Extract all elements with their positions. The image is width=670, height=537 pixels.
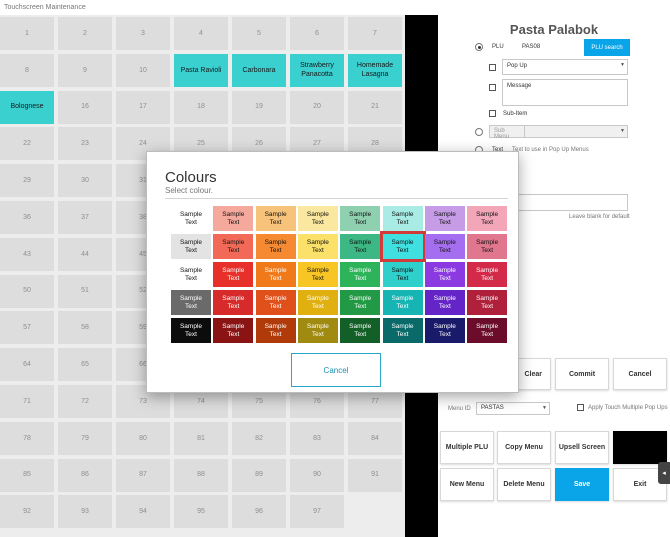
colour-swatch[interactable]: Sample Text: [171, 234, 211, 259]
chevron-down-icon: ▼: [620, 62, 625, 68]
colour-swatch-button[interactable]: [613, 431, 667, 464]
colour-swatch[interactable]: Sample Text: [382, 262, 423, 287]
colour-swatch[interactable]: Sample Text: [255, 234, 296, 259]
colour-swatch[interactable]: Sample Text: [382, 290, 423, 315]
colour-swatch[interactable]: Sample Text: [467, 318, 508, 343]
cancel-item-button[interactable]: Cancel: [613, 358, 667, 390]
colour-swatch[interactable]: Sample Text: [424, 206, 465, 231]
blank-hint: Leave blank for default: [569, 214, 630, 220]
menu-id-label: Menu ID: [448, 406, 471, 412]
multiple-plu-button[interactable]: Multiple PLU: [440, 431, 494, 464]
colour-swatch[interactable]: Sample Text: [340, 262, 381, 287]
submenu-dropdown[interactable]: ▼: [524, 125, 628, 138]
apply-touch-checkbox[interactable]: [577, 404, 584, 411]
colour-swatch[interactable]: Sample Text: [382, 206, 423, 231]
subitem-label: Sub-Item: [503, 111, 528, 117]
colour-swatch[interactable]: Sample Text: [340, 234, 381, 259]
colour-swatch[interactable]: Sample Text: [467, 262, 508, 287]
colour-swatch[interactable]: Sample Text: [171, 290, 211, 315]
colour-swatch[interactable]: Sample Text: [467, 290, 508, 315]
commit-button[interactable]: Commit: [555, 358, 609, 390]
side-tab-icon: ◂: [662, 470, 666, 477]
popup-dropdown[interactable]: Pop Up ▼: [502, 59, 628, 75]
colour-swatch[interactable]: Sample Text: [255, 262, 296, 287]
colour-swatch[interactable]: Sample Text: [213, 234, 254, 259]
divider: [165, 198, 508, 199]
message-checkbox[interactable]: [489, 84, 496, 91]
dialog-subtitle: Select colour.: [165, 186, 214, 195]
colour-swatch[interactable]: Sample Text: [424, 234, 465, 259]
menu-id-dropdown[interactable]: PASTAS ▼: [476, 402, 550, 415]
colour-swatch[interactable]: Sample Text: [467, 234, 508, 259]
new-menu-button[interactable]: New Menu: [440, 468, 494, 501]
colours-dialog: Colours Select colour. Sample Text Sample…: [146, 151, 519, 393]
submenu-radio[interactable]: [475, 128, 483, 136]
colour-swatch[interactable]: Sample Text: [467, 206, 508, 231]
colour-swatch[interactable]: Sample Text: [424, 262, 465, 287]
colour-swatch[interactable]: Sample Text: [213, 206, 254, 231]
colour-swatch[interactable]: Sample Text: [297, 206, 338, 231]
colour-swatch[interactable]: Sample Text: [171, 206, 211, 231]
colour-swatch[interactable]: Sample Text: [297, 234, 338, 259]
submenu-label-box: Sub Menu: [489, 125, 525, 140]
colour-swatch[interactable]: Sample Text: [297, 262, 338, 287]
upsell-screen-button[interactable]: Upsell Screen: [555, 431, 609, 464]
save-button[interactable]: Save: [555, 468, 609, 501]
text-field[interactable]: [502, 194, 628, 211]
popup-label: Pop Up: [507, 63, 528, 69]
colour-swatch[interactable]: Sample Text: [171, 318, 211, 343]
dialog-title: Colours: [165, 169, 217, 186]
colour-swatch[interactable]: Sample Text: [340, 206, 381, 231]
popup-checkbox[interactable]: [489, 64, 496, 71]
plu-radio[interactable]: [475, 43, 483, 51]
item-title: Pasta Palabok: [509, 22, 599, 37]
apply-touch-label: Apply Touch Multiple Pop Ups: [588, 405, 668, 411]
cancel-button[interactable]: Cancel: [291, 353, 381, 387]
subitem-checkbox[interactable]: [489, 110, 496, 117]
colour-swatch[interactable]: Sample Text: [297, 290, 338, 315]
delete-menu-button[interactable]: Delete Menu: [497, 468, 551, 501]
colour-swatch[interactable]: Sample Text: [340, 318, 381, 343]
colour-swatch[interactable]: Sample Text: [255, 290, 296, 315]
colour-swatch[interactable]: Sample Text: [424, 290, 465, 315]
message-field[interactable]: Message: [502, 79, 628, 106]
chevron-down-icon: ▼: [620, 128, 625, 134]
colour-swatch[interactable]: Sample Text: [424, 318, 465, 343]
colour-swatch[interactable]: Sample Text: [213, 262, 254, 287]
colour-swatch[interactable]: Sample Text: [340, 290, 381, 315]
window-title: Touchscreen Maintenance: [4, 4, 86, 11]
colour-swatch[interactable]: Sample Text: [382, 318, 423, 343]
side-panel-tab[interactable]: ◂: [658, 462, 670, 484]
colour-swatch[interactable]: Sample Text: [255, 206, 296, 231]
colour-swatch[interactable]: Sample Text: [213, 290, 254, 315]
message-label: Message: [507, 83, 532, 89]
plu-field[interactable]: PAS08: [518, 39, 584, 56]
copy-menu-button[interactable]: Copy Menu: [497, 431, 551, 464]
menu-id-value: PASTAS: [481, 405, 504, 411]
colour-swatch[interactable]: Sample Text: [171, 262, 211, 287]
colour-swatch[interactable]: Sample Text: [379, 231, 426, 262]
text-hint: Text to use in Pop Up Menus: [512, 147, 589, 153]
plu-label: PLU: [492, 44, 504, 50]
colour-swatch[interactable]: Sample Text: [213, 318, 254, 343]
colour-swatch[interactable]: Sample Text: [297, 318, 338, 343]
plu-search-button[interactable]: PLU search: [584, 39, 630, 56]
chevron-down-icon: ▼: [542, 405, 547, 411]
colour-swatch[interactable]: Sample Text: [255, 318, 296, 343]
